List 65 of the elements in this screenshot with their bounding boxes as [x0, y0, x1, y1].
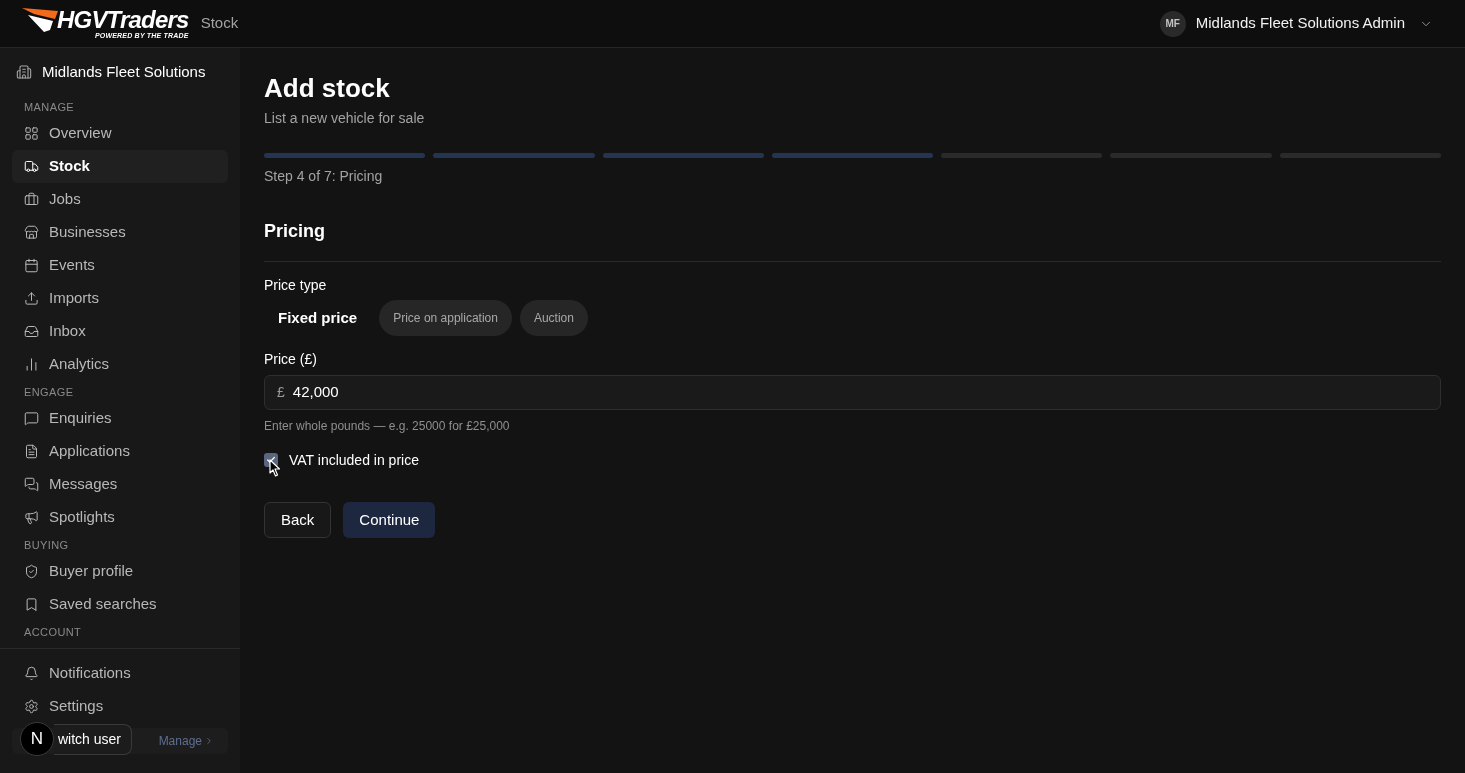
grid-icon [24, 126, 39, 141]
mouse-pointer-icon [269, 459, 281, 477]
dev-badge[interactable]: N [20, 722, 54, 756]
sidebar-item[interactable]: Spotlights [12, 501, 228, 534]
bar-chart-icon [24, 357, 39, 372]
page-title: Add stock [264, 72, 391, 104]
currency-prefix: £ [277, 383, 285, 402]
section-label: MANAGE [24, 100, 76, 114]
inbox-icon [24, 324, 39, 339]
checkbox-label: VAT included in price [289, 451, 419, 470]
upload-icon [24, 291, 39, 306]
back-button[interactable]: Back [264, 502, 332, 538]
price-type-option[interactable]: Fixed price [264, 300, 372, 336]
store-icon [24, 225, 39, 240]
step-label: Step 4 of 7: Pricing [264, 167, 384, 186]
continue-button[interactable]: Continue [343, 502, 436, 538]
user-menu[interactable]: MF Midlands Fleet Solutions Admin [1159, 10, 1433, 37]
section-label: ACCOUNT [24, 625, 83, 639]
section-title: Pricing [264, 220, 326, 243]
page-subtitle: List a new vehicle for sale [264, 109, 426, 128]
speech-bubble-icon [24, 411, 39, 426]
megaphone-icon [24, 510, 39, 525]
user-avatar: MF [1159, 10, 1186, 37]
field-hint: Enter whole pounds — e.g. 25000 for £25,000 [264, 418, 511, 434]
price-type-option[interactable]: Auction [519, 300, 588, 336]
logo-wordmark: HGVTraders [57, 7, 189, 32]
sidebar-item[interactable]: Enquiries [12, 402, 228, 435]
sidebar-item[interactable]: Buyer profile [12, 555, 228, 588]
sidebar-item[interactable]: Saved searches [12, 588, 228, 621]
price-type-option[interactable]: Price on application [379, 300, 512, 336]
price-input[interactable]: £ 42,000 [264, 375, 1441, 410]
sidebar-item[interactable]: Applications [12, 435, 228, 468]
breadcrumb: Stock [200, 13, 239, 34]
field-label: Price type [264, 276, 328, 295]
shield-check-icon [24, 564, 39, 579]
logo-chevron-icon [22, 7, 58, 32]
sidebar-item[interactable]: Businesses [12, 216, 228, 249]
settings-icon [24, 699, 39, 714]
sidebar-item[interactable]: Messages [12, 468, 228, 501]
field-label: Price (£) [264, 350, 318, 369]
sidebar-item[interactable]: Events [12, 249, 228, 282]
sidebar-item[interactable]: Settings [12, 690, 228, 723]
truck-icon [24, 159, 39, 174]
chat-bubbles-icon [24, 477, 39, 492]
section-label: BUYING [24, 538, 70, 552]
bell-icon [24, 666, 39, 681]
sidebar-item[interactable]: Stock [12, 150, 228, 183]
sidebar-item[interactable]: Imports [12, 282, 228, 315]
sidebar-item[interactable]: Inbox [12, 315, 228, 348]
user-name: Midlands Fleet Solutions Admin [1195, 13, 1405, 34]
building-icon [16, 64, 32, 80]
sidebar-item[interactable]: Jobs [12, 183, 228, 216]
sidebar-item[interactable]: Notifications [12, 657, 228, 690]
document-icon [24, 444, 39, 459]
calendar-icon [24, 258, 39, 273]
briefcase-icon [24, 192, 39, 207]
switch-user-tooltip[interactable]: witch user [54, 723, 133, 755]
sidebar-item[interactable]: Overview [12, 117, 228, 150]
price-value: 42,000 [292, 382, 339, 403]
sidebar-item[interactable]: Analytics [12, 348, 228, 381]
bookmark-icon [24, 597, 39, 612]
check-icon [266, 455, 276, 465]
organization-name: Midlands Fleet Solutions [42, 61, 206, 82]
section-label: ENGAGE [24, 385, 75, 399]
chevron-right-icon [204, 736, 214, 746]
